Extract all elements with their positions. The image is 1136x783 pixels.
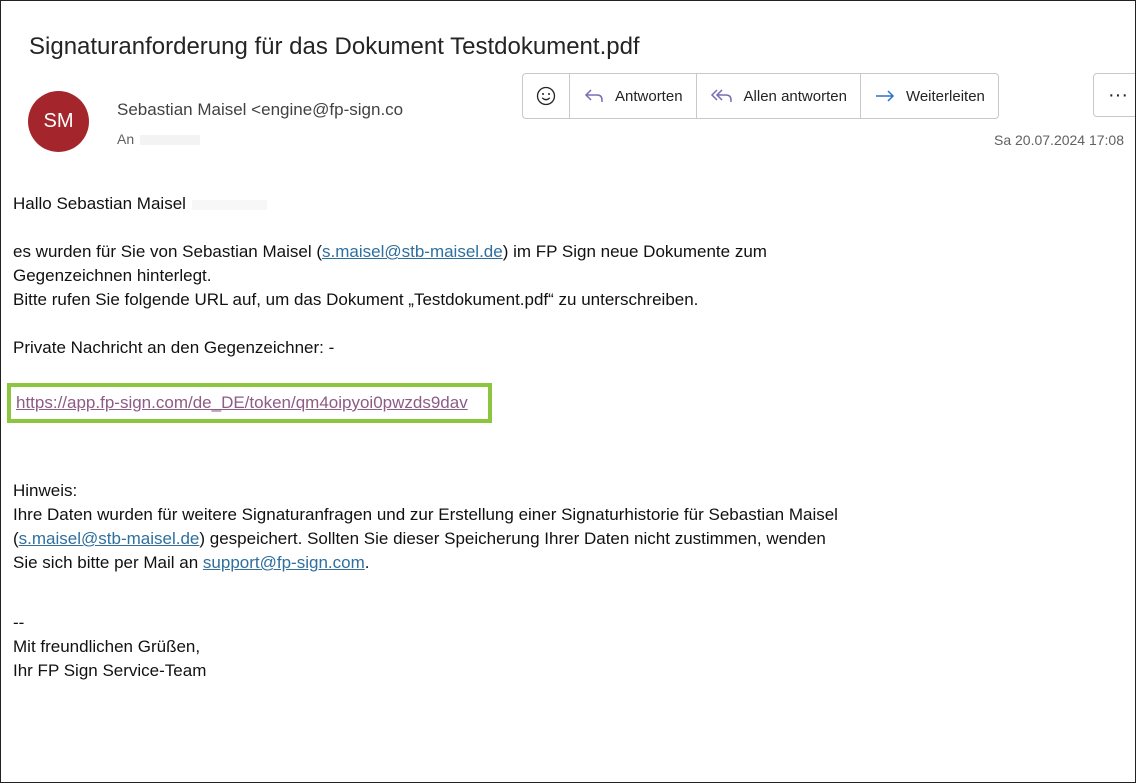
support-email-link[interactable]: support@fp-sign.com xyxy=(203,553,365,572)
paragraph-2: Bitte rufen Sie folgende URL auf, um das… xyxy=(13,290,699,309)
reply-all-button[interactable]: Allen antworten xyxy=(697,74,861,118)
hint-email-link[interactable]: s.maisel@stb-maisel.de xyxy=(19,529,200,548)
private-message-line: Private Nachricht an den Gegenzeichner: … xyxy=(13,338,335,357)
paragraph-1-text-a: es wurden für Sie von Sebastian Maisel ( xyxy=(13,242,322,261)
sender-email-link[interactable]: s.maisel@stb-maisel.de xyxy=(322,242,503,261)
forward-label: Weiterleiten xyxy=(905,87,985,105)
reply-all-label: Allen antworten xyxy=(743,87,847,105)
paragraph-1-text-b: ) im FP Sign neue Dokumente zum xyxy=(502,242,767,261)
to-label: An xyxy=(117,131,135,147)
signature-closing: Mit freundlichen Grüßen, xyxy=(13,637,201,656)
reply-all-arrow-icon xyxy=(710,89,732,102)
greeting-redacted xyxy=(191,199,267,210)
email-subject: Signaturanforderung für das Dokument Tes… xyxy=(29,33,640,60)
sender-address[interactable]: Sebastian Maisel <engine@fp-sign.co xyxy=(117,100,403,120)
highlighted-url-box: https://app.fp-sign.com/de_DE/token/qm4o… xyxy=(7,383,492,423)
email-reading-pane: Signaturanforderung für das Dokument Tes… xyxy=(0,0,1136,783)
recipient-redacted xyxy=(140,135,201,146)
message-toolbar: Antworten Allen antworten Weiterleiten xyxy=(522,73,999,119)
signing-url-link[interactable]: https://app.fp-sign.com/de_DE/token/qm4o… xyxy=(16,393,468,412)
recipient-line: An xyxy=(117,131,201,147)
more-icon: ··· xyxy=(1108,83,1128,106)
more-actions-button[interactable]: ··· xyxy=(1093,73,1135,117)
hint-line-2: (s.maisel@stb-maisel.de) gespeichert. So… xyxy=(13,527,1133,551)
smiley-icon xyxy=(536,86,556,106)
hint-period: . xyxy=(364,553,370,572)
greeting: Hallo Sebastian Maisel xyxy=(13,194,186,213)
avatar-initials: SM xyxy=(43,110,74,132)
hint-line-2-text: ) gespeichert. Sollten Sie dieser Speich… xyxy=(199,529,826,548)
greeting-line: Hallo Sebastian Maisel xyxy=(13,192,1133,216)
email-body: Hallo Sebastian Maisel es wurden für Sie… xyxy=(7,192,1133,683)
hint-title: Hinweis: xyxy=(13,481,78,500)
signature-separator: -- xyxy=(13,613,25,632)
signature-team: Ihr FP Sign Service-Team xyxy=(13,661,207,680)
hint-line-3-text: Sie sich bitte per Mail an xyxy=(13,553,203,572)
forward-arrow-icon xyxy=(875,90,895,102)
message-date: Sa 20.07.2024 17:08 xyxy=(994,132,1125,148)
reply-button[interactable]: Antworten xyxy=(570,74,697,118)
avatar[interactable]: SM xyxy=(28,91,89,152)
hint-line-1: Ihre Daten wurden für weitere Signaturan… xyxy=(13,505,838,524)
hint-line-3: Sie sich bitte per Mail an support@fp-si… xyxy=(13,551,1133,575)
emoji-reaction-button[interactable] xyxy=(523,74,570,118)
reply-label: Antworten xyxy=(615,87,683,105)
paragraph-1: es wurden für Sie von Sebastian Maisel (… xyxy=(13,240,1133,264)
forward-button[interactable]: Weiterleiten xyxy=(861,74,998,118)
reply-arrow-icon xyxy=(584,89,603,102)
paragraph-1-continued: Gegenzeichnen hinterlegt. xyxy=(13,266,212,285)
